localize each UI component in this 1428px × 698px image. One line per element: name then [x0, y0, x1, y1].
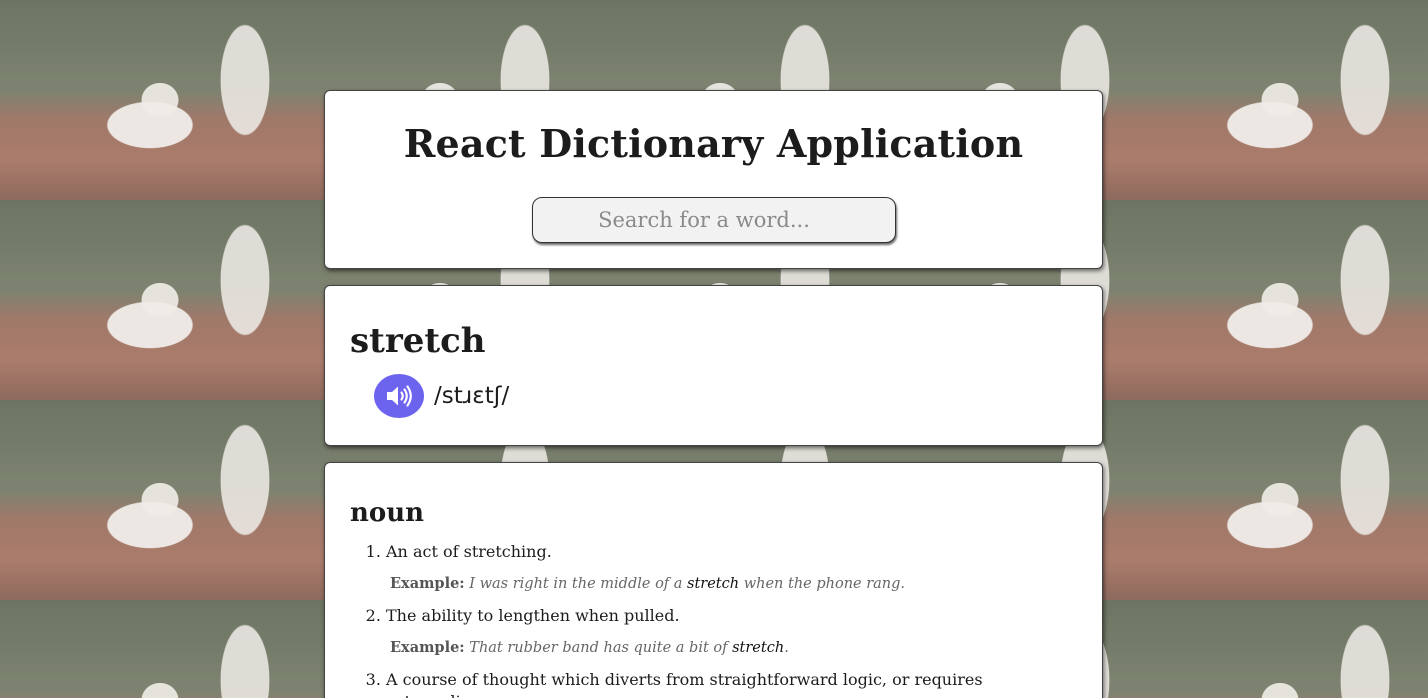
- definition-list: An act of stretching. Example: I was rig…: [350, 541, 1077, 698]
- phonetic-row: /stɹɛtʃ/: [374, 374, 1077, 418]
- play-audio-button[interactable]: [374, 374, 424, 418]
- meanings-card: noun An act of stretching. Example: I wa…: [324, 462, 1103, 698]
- definition-item: An act of stretching. Example: I was rig…: [386, 541, 1077, 595]
- definition-item: A course of thought which diverts from s…: [386, 669, 1077, 698]
- example-word: stretch: [732, 640, 785, 656]
- word-card: stretch /stɹɛtʃ/: [324, 285, 1103, 446]
- speaker-icon: [387, 385, 412, 407]
- example-after: when the phone rang.: [743, 576, 906, 592]
- word-heading: stretch: [350, 321, 486, 361]
- definition-example: Example: I was right in the middle of a …: [390, 573, 1077, 595]
- search-input[interactable]: [531, 197, 896, 243]
- definition-text: An act of stretching.: [386, 542, 552, 561]
- example-label: Example:: [390, 575, 465, 592]
- main-column: React Dictionary Application stretch /st…: [324, 90, 1103, 698]
- part-of-speech: noun: [350, 498, 425, 528]
- app-title: React Dictionary Application: [403, 121, 1024, 166]
- example-before: I was right in the middle of a: [469, 576, 683, 592]
- example-label: Example:: [390, 639, 465, 656]
- example-word: stretch: [687, 576, 740, 592]
- definition-example: Example: That rubber band has quite a bi…: [390, 637, 1077, 659]
- example-after: .: [784, 640, 789, 656]
- definition-text: The ability to lengthen when pulled.: [386, 606, 680, 625]
- search-form: [325, 197, 1102, 243]
- example-before: That rubber band has quite a bit of: [469, 640, 728, 656]
- header-card: React Dictionary Application: [324, 90, 1103, 269]
- definition-text: A course of thought which diverts from s…: [386, 670, 983, 698]
- definition-item: The ability to lengthen when pulled. Exa…: [386, 605, 1077, 659]
- phonetic-text: /stɹɛtʃ/: [434, 383, 510, 409]
